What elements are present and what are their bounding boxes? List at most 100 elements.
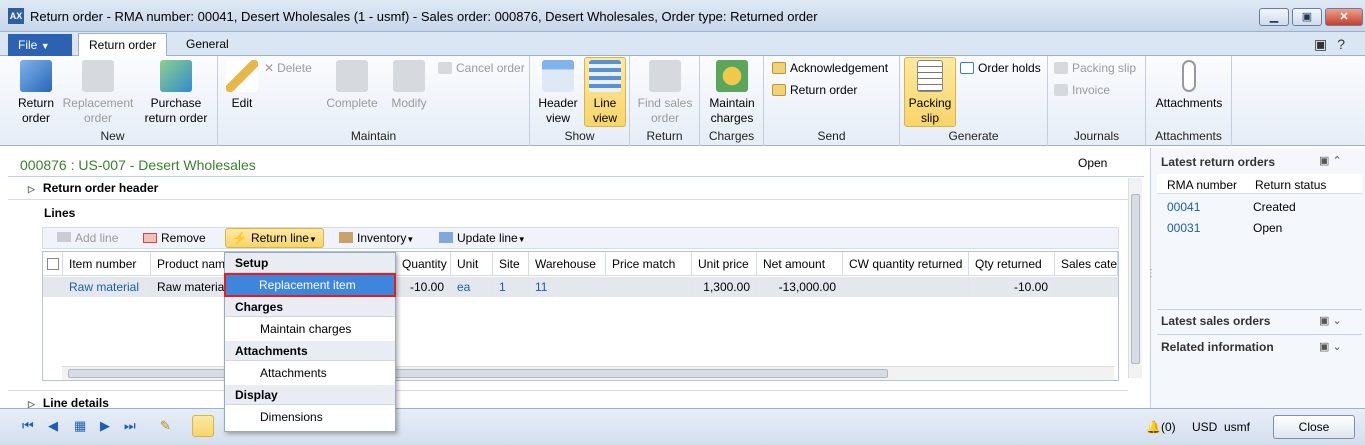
- column-header[interactable]: Site: [493, 252, 529, 276]
- column-header[interactable]: CW quantity returned: [843, 252, 969, 276]
- menu-item-attachments[interactable]: Attachments: [225, 361, 395, 385]
- company[interactable]: usmf: [1224, 420, 1250, 434]
- menu-item-dimensions[interactable]: Dimensions: [225, 405, 395, 429]
- factbox-controls[interactable]: ▣ ⌄: [1319, 340, 1342, 353]
- expand-chevron-icon[interactable]: ⌄: [1332, 315, 1341, 327]
- send-return-order-button[interactable]: Return order: [772, 81, 857, 99]
- latest-return-orders-title[interactable]: Latest return orders: [1161, 155, 1275, 169]
- splitter-grip-icon[interactable]: ⋮: [1146, 268, 1156, 279]
- packing-slip-journal-button[interactable]: Packing slip: [1054, 59, 1136, 77]
- scroll-thumb[interactable]: [1131, 194, 1140, 364]
- acknowledgement-button[interactable]: Acknowledgement: [772, 59, 888, 77]
- dropdown-arrow-icon: ▼: [517, 235, 526, 244]
- return-order-button[interactable]: Return order: [10, 60, 62, 126]
- details-view-icon[interactable]: [192, 415, 214, 437]
- purchase-return-order-button[interactable]: Purchase return order: [138, 60, 214, 126]
- cell-item-number[interactable]: Raw material: [63, 277, 151, 297]
- help-icon[interactable]: ?: [1337, 36, 1355, 52]
- alerts-indicator[interactable]: 🔔(0): [1146, 420, 1176, 434]
- column-header[interactable]: Warehouse: [529, 252, 606, 276]
- factbox-options-icon[interactable]: ▣: [1319, 155, 1329, 167]
- header-view-button[interactable]: Header view: [536, 60, 580, 126]
- tab-general[interactable]: General: [176, 33, 239, 56]
- menu-item-maintain-charges[interactable]: Maintain charges: [225, 317, 395, 341]
- complete-button[interactable]: Complete: [322, 60, 382, 111]
- factbox-options-icon[interactable]: ▣: [1319, 315, 1329, 327]
- inventory-icon: [339, 232, 353, 243]
- column-header[interactable]: Qty returned: [969, 252, 1055, 276]
- cell-unit[interactable]: ea: [451, 277, 493, 297]
- vertical-scrollbar[interactable]: [1128, 178, 1142, 378]
- select-all-checkbox[interactable]: [43, 252, 63, 276]
- window-close-button[interactable]: ✕: [1325, 8, 1363, 26]
- cell-unit-price[interactable]: 1,300.00: [692, 277, 757, 297]
- close-button[interactable]: Close: [1273, 415, 1355, 439]
- cell-qty-returned[interactable]: -10.00: [969, 277, 1055, 297]
- file-menu-button[interactable]: File ▼: [8, 34, 72, 56]
- lines-section-title: Lines: [44, 206, 76, 220]
- return-order-header-section[interactable]: ▷ Return order header: [28, 181, 158, 195]
- packing-slip-button[interactable]: Packing slip: [904, 57, 956, 127]
- cell-net-amount[interactable]: -13,000.00: [757, 277, 843, 297]
- column-header[interactable]: Price match: [606, 252, 692, 276]
- delete-button[interactable]: ✕ Delete: [264, 59, 312, 77]
- cancel-order-button[interactable]: Cancel order: [438, 59, 525, 77]
- last-record-icon[interactable]: ⏭: [124, 418, 136, 434]
- column-header[interactable]: Sales categ: [1055, 252, 1118, 276]
- new-return-order-icon: [20, 60, 52, 92]
- find-sales-order-label: Find sales order: [637, 96, 693, 125]
- collapse-chevron-icon[interactable]: ⌃: [1332, 155, 1341, 167]
- factbox-rma-link[interactable]: 00041: [1167, 200, 1200, 214]
- latest-sales-orders-title[interactable]: Latest sales orders: [1161, 314, 1270, 328]
- factbox-rma-link[interactable]: 00031: [1167, 221, 1200, 235]
- layout-icon[interactable]: ▣: [1314, 36, 1337, 52]
- add-line-button[interactable]: Add line: [57, 231, 118, 245]
- cell-warehouse[interactable]: 11: [529, 277, 606, 297]
- previous-record-icon[interactable]: ◀: [48, 418, 58, 434]
- maintain-charges-label: Maintain charges: [709, 96, 755, 125]
- order-holds-button[interactable]: Order holds: [960, 59, 1041, 77]
- remove-button[interactable]: Remove: [143, 231, 206, 245]
- column-header[interactable]: Unit price: [692, 252, 757, 276]
- cell-quantity[interactable]: -10.00: [396, 277, 451, 297]
- cell-site[interactable]: 1: [493, 277, 529, 297]
- factbox-controls[interactable]: ▣ ⌄: [1319, 314, 1342, 327]
- invoice-journal-button[interactable]: Invoice: [1054, 81, 1110, 99]
- column-header[interactable]: Unit: [451, 252, 493, 276]
- maintain-charges-button[interactable]: Maintain charges: [704, 60, 760, 126]
- grid-view-icon[interactable]: ▦: [74, 418, 86, 434]
- remove-icon: [143, 233, 157, 243]
- minimize-button[interactable]: ▁: [1259, 8, 1289, 26]
- column-header[interactable]: Item number: [63, 252, 151, 276]
- modify-button[interactable]: Modify: [384, 60, 434, 111]
- factbox-options-icon[interactable]: ▣: [1319, 341, 1329, 353]
- replacement-order-button[interactable]: Replacement order: [62, 60, 134, 126]
- update-line-button[interactable]: Update line▼: [439, 231, 526, 245]
- tab-return-order[interactable]: Return order: [78, 33, 168, 56]
- column-header[interactable]: Quantity: [396, 252, 451, 276]
- scroll-thumb[interactable]: [68, 369, 888, 378]
- inventory-button[interactable]: Inventory▼: [339, 231, 414, 245]
- return-line-button[interactable]: ⚡ Return line▼: [225, 228, 324, 248]
- header-section-label: Return order header: [42, 181, 159, 195]
- attachments-button[interactable]: Attachments: [1152, 60, 1226, 111]
- line-view-button[interactable]: Line view: [584, 57, 626, 127]
- expand-chevron-icon[interactable]: ⌄: [1332, 341, 1341, 353]
- first-record-icon[interactable]: ⏮: [22, 418, 34, 434]
- cell-cw-quantity-returned[interactable]: [843, 277, 969, 297]
- find-sales-order-button[interactable]: Find sales order: [636, 60, 694, 126]
- factbox-controls[interactable]: ▣ ⌃: [1319, 154, 1342, 167]
- related-information-title[interactable]: Related information: [1161, 340, 1274, 354]
- edit-mode-icon[interactable]: ✎: [160, 418, 171, 434]
- help-icons[interactable]: ▣?: [1314, 36, 1355, 53]
- currency[interactable]: USD: [1192, 420, 1217, 434]
- edit-button[interactable]: Edit: [224, 60, 260, 111]
- horizontal-scrollbar[interactable]: [62, 366, 1114, 380]
- maximize-button[interactable]: ▣: [1292, 8, 1322, 26]
- column-header[interactable]: Net amount: [757, 252, 843, 276]
- next-record-icon[interactable]: ▶: [100, 418, 110, 434]
- delete-x-icon: ✕: [264, 61, 275, 75]
- journal-icon: [1054, 84, 1068, 96]
- cell-price-match[interactable]: [606, 277, 692, 297]
- menu-item-replacement-item[interactable]: Replacement item: [224, 273, 396, 297]
